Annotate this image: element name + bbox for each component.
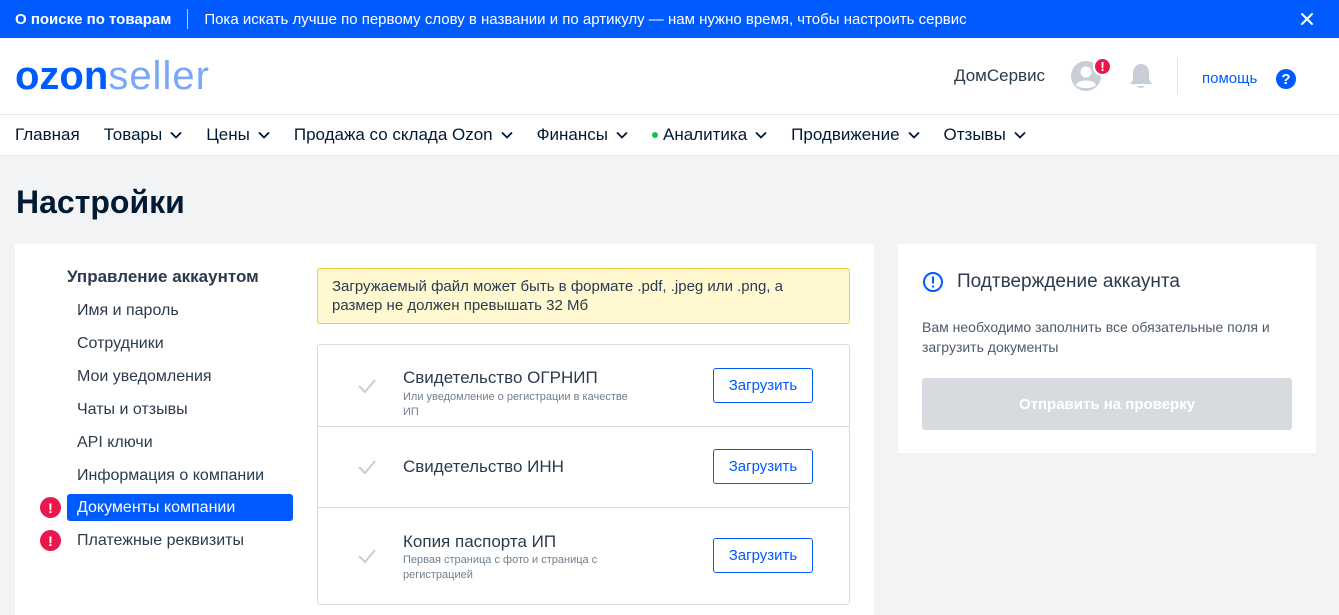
bell-icon[interactable] [1128, 62, 1154, 90]
nav-item-label: Цены [206, 125, 250, 144]
verification-title: Подтверждение аккаунта [957, 271, 1180, 292]
ozon-seller-logo[interactable]: ozon seller [15, 56, 210, 96]
check-icon [356, 377, 378, 395]
nav-item-label: Продажа со склада Ozon [293, 125, 493, 144]
upload-button[interactable]: Загрузить [713, 538, 813, 573]
document-title: Свидетельство ИНН [403, 457, 564, 476]
verification-card: Подтверждение аккаунта Вам необходимо за… [898, 244, 1316, 453]
sidebar-title: Управление аккаунтом [67, 267, 259, 286]
chevron-down-icon [1014, 131, 1026, 139]
chevron-down-icon [907, 131, 920, 139]
document-title: Свидетельство ОГРНИП [403, 368, 598, 387]
verification-text: Вам необходимо заполнить все обязательны… [922, 319, 1270, 355]
sidebar-item[interactable]: Сотрудники [67, 330, 293, 357]
chevron-down-icon [755, 131, 767, 139]
chevron-down-icon [170, 131, 182, 139]
document-subtitle: Или уведомление о регистрации в качестве… [403, 391, 628, 418]
top-banner: О поиске по товарам Пока искать лучше по… [0, 0, 1339, 38]
upload-button[interactable]: Загрузить [713, 449, 813, 484]
nav-item-label: Аналитика [663, 125, 748, 144]
sidebar-item[interactable]: Имя и пароль [67, 297, 293, 324]
nav-item-label: Финансы [536, 125, 608, 144]
document-subtitle: Первая страница с фото и страница с реги… [403, 554, 598, 581]
chevron-down-icon [616, 131, 628, 139]
nav-item[interactable]: Финансы [537, 125, 628, 145]
logo-ozon-text: ozon [15, 54, 109, 98]
document-title: Копия паспорта ИП [403, 532, 557, 551]
check-icon [356, 547, 378, 565]
submit-for-review-button[interactable]: Отправить на проверку [922, 378, 1292, 430]
header-divider [1177, 58, 1178, 94]
sidebar-item[interactable]: Документы компании [67, 494, 293, 521]
nav-item-label: Товары [103, 125, 163, 144]
avatar-alert-badge: ! [1093, 57, 1112, 76]
company-name[interactable]: ДомСервис [954, 66, 1045, 86]
nav-item[interactable]: Аналитика [652, 125, 767, 145]
nav-item-label: Отзывы [943, 125, 1006, 144]
nav-item-label: Продвижение [791, 125, 900, 144]
nav-item[interactable]: Главная [15, 125, 80, 145]
banner-text: Пока искать лучше по первому слову в наз… [204, 10, 967, 28]
nav-item[interactable]: Товары [104, 125, 182, 145]
nav-item[interactable]: Продвижение [791, 125, 920, 145]
document-row-inn: Свидетельство ИНН Загрузить [318, 427, 849, 508]
main-nav: Главная Товары Цены Продажа со склада Ozon Ф… [0, 115, 1339, 156]
sidebar-item[interactable]: Платежные реквизиты [67, 527, 293, 554]
file-format-notice: Загружаемый файл может быть в формате .p… [317, 268, 850, 324]
sidebar-item[interactable]: Информация о компании [67, 462, 293, 489]
alert-icon: ! [40, 497, 61, 518]
nav-item[interactable]: Отзывы [944, 125, 1026, 145]
close-icon[interactable] [1297, 9, 1317, 29]
banner-title: О поиске по товарам [15, 10, 172, 28]
help-icon[interactable]: ? [1276, 69, 1296, 89]
nav-item[interactable]: Продажа со склада Ozon [294, 125, 513, 145]
page-title: Настройки [16, 184, 185, 220]
banner-divider [187, 9, 189, 29]
document-row-passport: Копия паспорта ИП Первая страница с фото… [318, 508, 849, 604]
online-dot-icon [652, 132, 658, 138]
sidebar-item[interactable]: Чаты и отзывы [67, 396, 293, 423]
logo-seller-text: seller [108, 54, 210, 98]
chevron-down-icon [500, 131, 513, 139]
sidebar-item[interactable]: API ключи [67, 429, 293, 456]
info-icon [922, 271, 944, 293]
header: ozon seller ДомСервис ! помощь ? [0, 38, 1339, 115]
help-link[interactable]: помощь [1202, 70, 1257, 87]
upload-button[interactable]: Загрузить [713, 368, 813, 403]
settings-card: Управление аккаунтом Имя и пароль Сотрудн… [15, 244, 874, 615]
document-row-ogrnip: Свидетельство ОГРНИП Или уведомление о р… [318, 345, 849, 427]
documents-list: Свидетельство ОГРНИП Или уведомление о р… [317, 344, 850, 605]
alert-icon: ! [40, 530, 61, 551]
check-icon [356, 458, 378, 476]
chevron-down-icon [258, 131, 270, 139]
sidebar-item[interactable]: Мои уведомления [67, 363, 293, 390]
nav-item-label: Главная [15, 125, 80, 144]
nav-item[interactable]: Цены [206, 125, 270, 145]
